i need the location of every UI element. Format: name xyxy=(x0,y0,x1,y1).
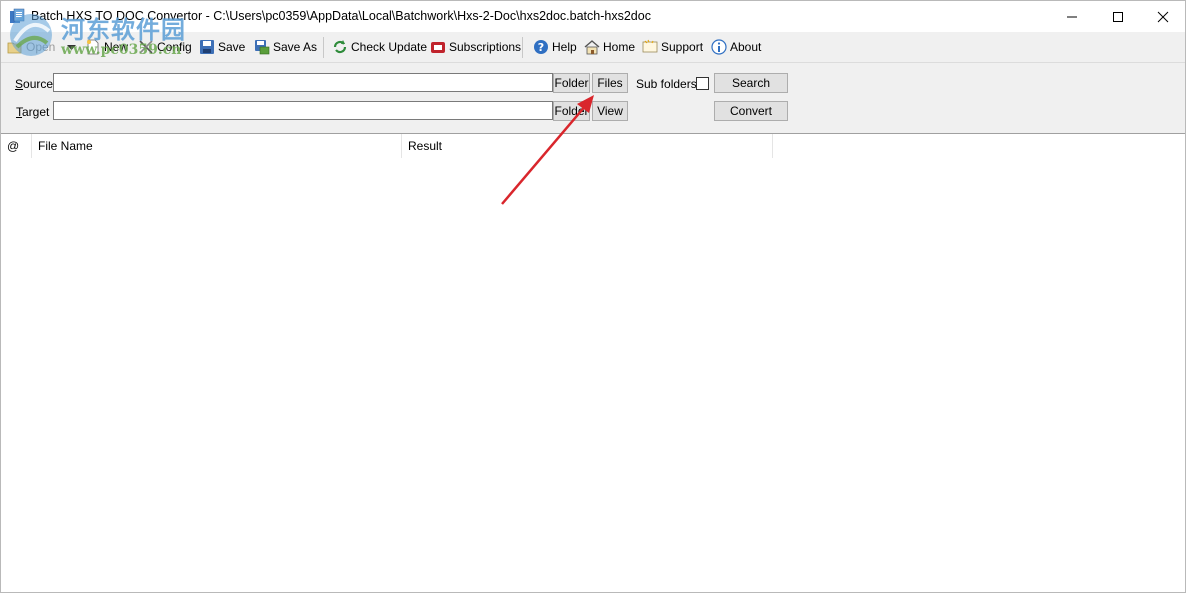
app-icon xyxy=(9,8,25,24)
file-list[interactable]: @ File Name Result xyxy=(1,134,1185,592)
save-label: Save xyxy=(218,40,246,54)
subscriptions-button[interactable]: Subscriptions xyxy=(430,36,521,58)
toolbar: Open New Config Save Save As Check Updat… xyxy=(1,32,1185,63)
open-dropdown-button[interactable] xyxy=(67,36,76,58)
target-label: Target xyxy=(16,105,50,119)
maximize-icon xyxy=(1113,11,1123,22)
open-folder-icon xyxy=(7,39,23,55)
new-document-icon xyxy=(85,39,101,55)
toolbar-separator xyxy=(522,37,523,58)
view-button[interactable]: View xyxy=(592,101,628,121)
home-button[interactable]: Home xyxy=(584,36,635,58)
save-button[interactable]: Save xyxy=(199,36,245,58)
title-bar[interactable]: Batch HXS TO DOC Convertor - C:\Users\pc… xyxy=(1,1,1185,32)
close-icon xyxy=(1157,11,1169,22)
maximize-button[interactable] xyxy=(1095,1,1141,32)
support-label: Support xyxy=(661,40,704,54)
home-icon xyxy=(584,39,600,55)
help-button[interactable]: ? Help xyxy=(533,36,577,58)
new-button[interactable]: New xyxy=(85,36,128,58)
check-update-label: Check Update xyxy=(351,40,428,54)
cart-icon xyxy=(430,39,446,55)
toolbar-separator xyxy=(323,37,324,58)
subscriptions-label: Subscriptions xyxy=(449,40,522,54)
column-header-status[interactable]: @ xyxy=(1,134,32,158)
support-button[interactable]: Support xyxy=(642,36,703,58)
files-button[interactable]: Files xyxy=(592,73,628,93)
save-as-button[interactable]: Save As xyxy=(254,36,317,58)
info-icon xyxy=(711,39,727,55)
minimize-icon xyxy=(1067,16,1077,17)
check-update-button[interactable]: Check Update xyxy=(332,36,427,58)
column-header-file-name[interactable]: File Name xyxy=(32,134,402,158)
close-button[interactable] xyxy=(1140,1,1185,32)
about-button[interactable]: About xyxy=(711,36,761,58)
support-icon xyxy=(642,39,658,55)
config-label: Config xyxy=(157,40,192,54)
app-window: Batch HXS TO DOC Convertor - C:\Users\pc… xyxy=(0,0,1186,593)
dropdown-arrow-icon xyxy=(67,40,76,54)
open-label: Open xyxy=(26,40,56,54)
help-label: Help xyxy=(552,40,577,54)
source-label: Source xyxy=(15,77,54,91)
window-title: Batch HXS TO DOC Convertor - C:\Users\pc… xyxy=(31,9,651,23)
home-label: Home xyxy=(603,40,636,54)
source-folder-button[interactable]: Folder xyxy=(553,73,590,93)
options-panel: Source Folder Files Sub folders Search T… xyxy=(1,63,1185,134)
subfolders-label: Sub folders xyxy=(636,77,697,91)
column-header-result[interactable]: Result xyxy=(402,134,773,158)
minimize-button[interactable] xyxy=(1049,1,1095,32)
tools-icon xyxy=(138,39,154,55)
save-as-label: Save As xyxy=(273,40,318,54)
floppy-disk-icon xyxy=(199,39,215,55)
convert-button[interactable]: Convert xyxy=(714,101,788,121)
about-label: About xyxy=(730,40,762,54)
new-label: New xyxy=(104,40,129,54)
source-input[interactable] xyxy=(53,73,553,92)
target-folder-button[interactable]: Folder xyxy=(553,101,590,121)
svg-text:?: ? xyxy=(538,41,544,54)
refresh-icon xyxy=(332,39,348,55)
config-button[interactable]: Config xyxy=(138,36,192,58)
target-input[interactable] xyxy=(53,101,553,120)
help-icon: ? xyxy=(533,39,549,55)
save-as-icon xyxy=(254,39,270,55)
subfolders-checkbox[interactable] xyxy=(696,77,709,90)
open-button[interactable]: Open xyxy=(7,36,55,58)
search-button[interactable]: Search xyxy=(714,73,788,93)
